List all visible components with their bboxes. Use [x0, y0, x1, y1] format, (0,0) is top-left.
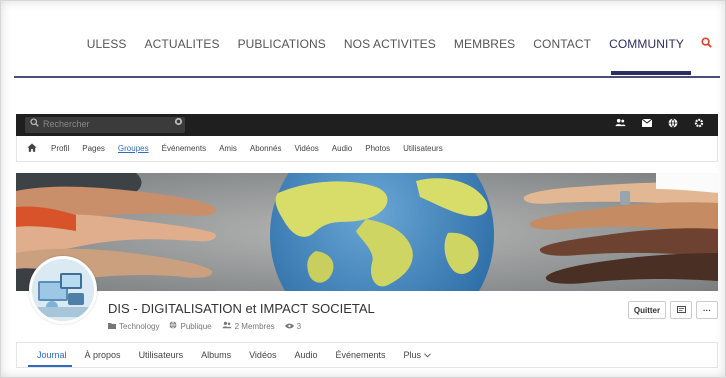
tab-evenements[interactable]: Événements — [335, 350, 385, 360]
nav-divider — [14, 76, 720, 78]
home-icon[interactable] — [27, 143, 37, 155]
profile-nav-evenements[interactable]: Événements — [162, 144, 206, 153]
group-cover-image — [16, 173, 718, 291]
search-input[interactable]: Rechercher — [25, 117, 185, 133]
eye-icon — [284, 322, 294, 331]
site-menu: ULESS ACTUALITES PUBLICATIONS NOS ACTIVI… — [78, 36, 712, 51]
group-title: DIS - DIGITALISATION et IMPACT SOCIETAL — [108, 301, 375, 316]
group-views-count: 3 — [296, 321, 302, 331]
nav-item-membres[interactable]: MEMBRES — [445, 37, 524, 51]
group-category-label: Technology — [119, 321, 160, 331]
nav-item-uless[interactable]: ULESS — [78, 37, 136, 51]
group-category[interactable]: Technology — [108, 322, 159, 331]
tab-plus[interactable]: Plus — [404, 350, 431, 360]
nav-item-contact[interactable]: CONTACT — [524, 37, 600, 51]
search-icon[interactable] — [693, 36, 712, 51]
message-icon — [676, 305, 686, 315]
profile-nav-pages[interactable]: Pages — [82, 144, 105, 153]
users-icon[interactable] — [615, 118, 626, 133]
group-tabs: Journal À propos Utilisateurs Albums Vid… — [16, 342, 718, 368]
profile-nav-abonnes[interactable]: Abonnés — [250, 144, 282, 153]
gear-icon[interactable] — [694, 118, 704, 133]
profile-nav-videos[interactable]: Vidéos — [294, 144, 318, 153]
globe-icon — [169, 321, 178, 331]
active-nav-indicator — [611, 71, 691, 75]
more-options-button[interactable]: ··· — [696, 301, 718, 319]
site-navigation: ULESS ACTUALITES PUBLICATIONS NOS ACTIVI… — [14, 26, 720, 76]
group-meta: Technology Publique 2 Membres 3 — [108, 321, 311, 331]
profile-navigation: Profil Pages Groupes Événements Amis Abo… — [16, 136, 718, 162]
group-privacy: Publique — [169, 321, 212, 331]
nav-item-actualites[interactable]: ACTUALITES — [136, 37, 229, 51]
profile-nav-photos[interactable]: Photos — [365, 144, 390, 153]
group-members[interactable]: 2 Membres — [222, 321, 275, 331]
profile-nav-utilisateurs[interactable]: Utilisateurs — [403, 144, 443, 153]
tab-videos[interactable]: Vidéos — [249, 350, 276, 360]
envelope-icon[interactable] — [641, 118, 653, 133]
tab-journal[interactable]: Journal — [37, 350, 67, 360]
globe-icon[interactable] — [668, 118, 678, 133]
tab-albums[interactable]: Albums — [201, 350, 231, 360]
app-toolbar: Rechercher — [16, 114, 718, 136]
nav-item-nos-activites[interactable]: NOS ACTIVITES — [335, 37, 445, 51]
toolbar-icons — [615, 118, 704, 133]
profile-nav-amis[interactable]: Amis — [219, 144, 237, 153]
nav-item-community[interactable]: COMMUNITY — [600, 37, 693, 51]
nav-item-publications[interactable]: PUBLICATIONS — [229, 37, 335, 51]
folder-icon — [108, 322, 116, 331]
profile-nav-groupes[interactable]: Groupes — [118, 144, 149, 153]
group-actions: Quitter ··· — [628, 301, 718, 319]
search-placeholder: Rechercher — [43, 119, 90, 129]
tab-utilisateurs[interactable]: Utilisateurs — [139, 350, 184, 360]
profile-nav-audio[interactable]: Audio — [332, 144, 352, 153]
users-icon — [222, 321, 232, 331]
group-members-label: 2 Membres — [234, 321, 275, 331]
message-button[interactable] — [670, 301, 692, 319]
group-privacy-label: Publique — [180, 321, 212, 331]
group-avatar[interactable] — [29, 256, 97, 324]
quit-group-button[interactable]: Quitter — [628, 301, 666, 319]
tab-audio[interactable]: Audio — [294, 350, 317, 360]
search-settings-icon[interactable] — [174, 117, 183, 129]
tab-plus-label: Plus — [403, 350, 422, 360]
search-icon — [30, 118, 39, 130]
tab-a-propos[interactable]: À propos — [85, 350, 121, 360]
active-tab-indicator — [28, 365, 72, 367]
group-views: 3 — [284, 321, 302, 331]
profile-nav-profil[interactable]: Profil — [51, 144, 69, 153]
chevron-down-icon — [423, 350, 431, 360]
